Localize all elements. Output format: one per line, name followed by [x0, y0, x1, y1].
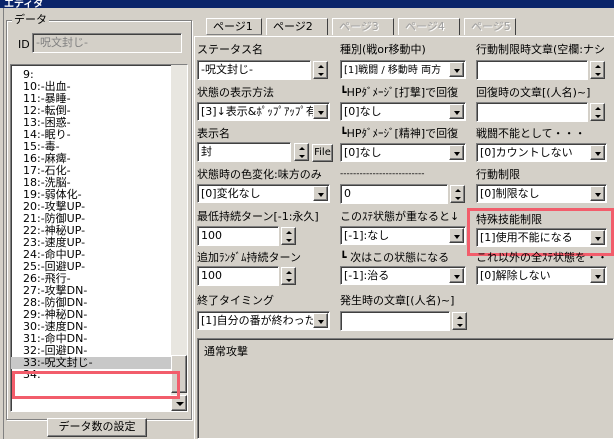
color-change-label: 状態時の色変化:味方のみ [197, 168, 322, 181]
hp-mind-recover-select[interactable]: [0]なし [340, 143, 466, 162]
chevron-down-icon[interactable] [590, 268, 605, 283]
chevron-down-icon[interactable] [449, 268, 464, 283]
hp-hit-recover-value: [0]なし [344, 105, 382, 118]
incapacitated-select[interactable]: [0]カウントしない [476, 143, 607, 162]
chevron-down-icon[interactable] [449, 104, 464, 119]
on-occur-text-spinner[interactable] [452, 312, 467, 330]
window-title: エディタ [4, 0, 44, 8]
display-name-value: 封 [201, 145, 212, 158]
action-limit-text-spinner[interactable] [590, 61, 605, 79]
overlap-label: このｽﾃ状態が重なると↓ [340, 210, 460, 223]
next-state-label: ┗ 次はこの状態になる [340, 251, 450, 264]
color-change-value: [0]変化なし [201, 187, 261, 200]
status-name-value: -呪文封じ- [201, 63, 253, 76]
hp-hit-recover-select[interactable]: [0]なし [340, 102, 466, 121]
left-edge-strip [0, 8, 4, 439]
add-random-turns-field[interactable]: 100 [197, 266, 279, 286]
min-turns-spinner[interactable] [281, 227, 296, 245]
recover-text-spinner[interactable] [590, 103, 605, 121]
chevron-down-icon[interactable] [449, 228, 464, 243]
display-name-spinner[interactable] [294, 143, 309, 161]
memo-textarea[interactable]: 通常攻撃 [197, 338, 614, 439]
end-timing-select[interactable]: [1]自分の番が終わった時 [197, 311, 330, 330]
hp-mind-recover-label: ┗HPﾀﾞﾒｰｼﾞ[精神]で回復 [340, 127, 459, 140]
action-limit-text-label: 行動制限時文章(空欄:ナシ [476, 43, 605, 56]
overlap-value: [-1]:なし [344, 229, 390, 242]
clear-other-select[interactable]: [0]解除しない [476, 266, 607, 285]
chevron-down-icon[interactable] [590, 186, 605, 201]
action-limit-text-field[interactable] [476, 60, 588, 80]
special-skill-limit-highlight [467, 208, 614, 256]
display-method-label: 状態の表示方法 [197, 86, 274, 99]
end-timing-value: [1]自分の番が終わった時 [201, 314, 327, 327]
action-limit-value: [0]制限なし [480, 187, 540, 200]
display-name-field[interactable]: 封 [197, 142, 291, 162]
hp-mind-recover-value: [0]なし [344, 146, 382, 159]
clear-other-value: [0]解除しない [480, 269, 551, 282]
end-timing-label: 終了タイミング [197, 294, 274, 307]
tab-page1[interactable]: ページ1 [206, 18, 262, 35]
kind-select[interactable]: [1]戦闘 / 移動時 両方 [340, 60, 466, 79]
dashes-spinner[interactable] [450, 185, 465, 203]
status-name-spinner[interactable] [313, 61, 328, 79]
display-name-label: 表示名 [197, 127, 230, 140]
chevron-down-icon [176, 402, 184, 406]
on-occur-text-label: 発生時の文章[(人名)~] [340, 294, 455, 307]
data-group-label: データ [12, 13, 49, 26]
display-method-value: [3]↓表示&ﾎﾟｯﾌﾟｱｯﾌﾟ有 [201, 105, 317, 118]
status-name-label: ステータス名 [197, 43, 263, 56]
id-label: ID [18, 38, 30, 51]
incapacitated-value: [0]カウントしない [480, 146, 573, 159]
on-occur-text-field[interactable] [340, 311, 450, 331]
min-turns-value: 100 [201, 229, 222, 242]
min-turns-field[interactable]: 100 [197, 226, 279, 246]
next-state-select[interactable]: [-1]:治る [340, 266, 466, 285]
selected-item-highlight [12, 371, 180, 399]
action-limit-label: 行動制限 [476, 168, 520, 181]
clear-other-label: これ以外の全ｽﾃ状態を・・ [476, 251, 608, 264]
color-change-select[interactable]: [0]変化なし [197, 184, 330, 203]
data-listbox[interactable]: 9: 10:-出血- 11:-暴睡- 12:-転倒- 13:-困惑- 14:-眠り- 15:… [10, 64, 188, 412]
add-random-turns-label: 追加ﾗﾝﾀﾞﾑ持続ターン [197, 251, 301, 264]
dashes-field[interactable]: 0 [340, 184, 448, 204]
tab-page4: ページ4 [398, 18, 460, 35]
chevron-down-icon[interactable] [313, 186, 328, 201]
add-random-turns-value: 100 [201, 269, 222, 282]
tab-page5: ページ5 [464, 18, 516, 35]
id-field[interactable]: -呪文封じ- [32, 33, 182, 53]
chevron-down-icon[interactable] [313, 104, 328, 119]
list-scrollbar[interactable] [171, 65, 187, 411]
status-name-field[interactable]: -呪文封じ- [197, 60, 311, 80]
chevron-down-icon[interactable] [313, 313, 328, 328]
kind-label: 種別(戦or移動中) [340, 43, 426, 56]
recover-text-field[interactable] [476, 102, 588, 122]
incapacitated-label: 戦闘不能として・・・ [476, 127, 586, 140]
action-limit-select[interactable]: [0]制限なし [476, 184, 607, 203]
memo-text: 通常攻撃 [204, 345, 248, 358]
hp-hit-recover-label: ┗HPﾀﾞﾒｰｼﾞ[打撃]で回復 [340, 86, 459, 99]
chevron-down-icon[interactable] [590, 145, 605, 160]
set-count-button[interactable]: データ数の設定 [47, 418, 147, 437]
title-bar: エディタ [0, 0, 614, 8]
file-button[interactable]: File [312, 144, 333, 162]
overlap-select[interactable]: [-1]:なし [340, 226, 466, 245]
next-state-value: [-1]:治る [344, 269, 390, 282]
recover-text-label: 回復時の文章[(人名)~] [476, 86, 591, 99]
dashes-label: -------------------------- [340, 169, 425, 179]
tab-page2[interactable]: ページ2 [266, 18, 328, 35]
chevron-down-icon[interactable] [449, 145, 464, 160]
id-value: -呪文封じ- [36, 36, 88, 49]
tab-strip: ページ1 ページ2 ページ3 ページ4 ページ5 [206, 18, 516, 36]
dashes-value: 0 [344, 187, 351, 200]
min-turns-label: 最低持続ターン[-1:永久] [197, 210, 319, 223]
display-method-select[interactable]: [3]↓表示&ﾎﾟｯﾌﾟｱｯﾌﾟ有 [197, 102, 330, 121]
kind-value: [1]戦闘 / 移動時 両方 [344, 65, 442, 76]
add-random-turns-spinner[interactable] [281, 267, 296, 285]
tab-page3: ページ3 [332, 18, 394, 35]
chevron-down-icon[interactable] [449, 62, 464, 77]
data-list: 9: 10:-出血- 11:-暴睡- 12:-転倒- 13:-困惑- 14:-眠り- 15:… [11, 65, 171, 381]
